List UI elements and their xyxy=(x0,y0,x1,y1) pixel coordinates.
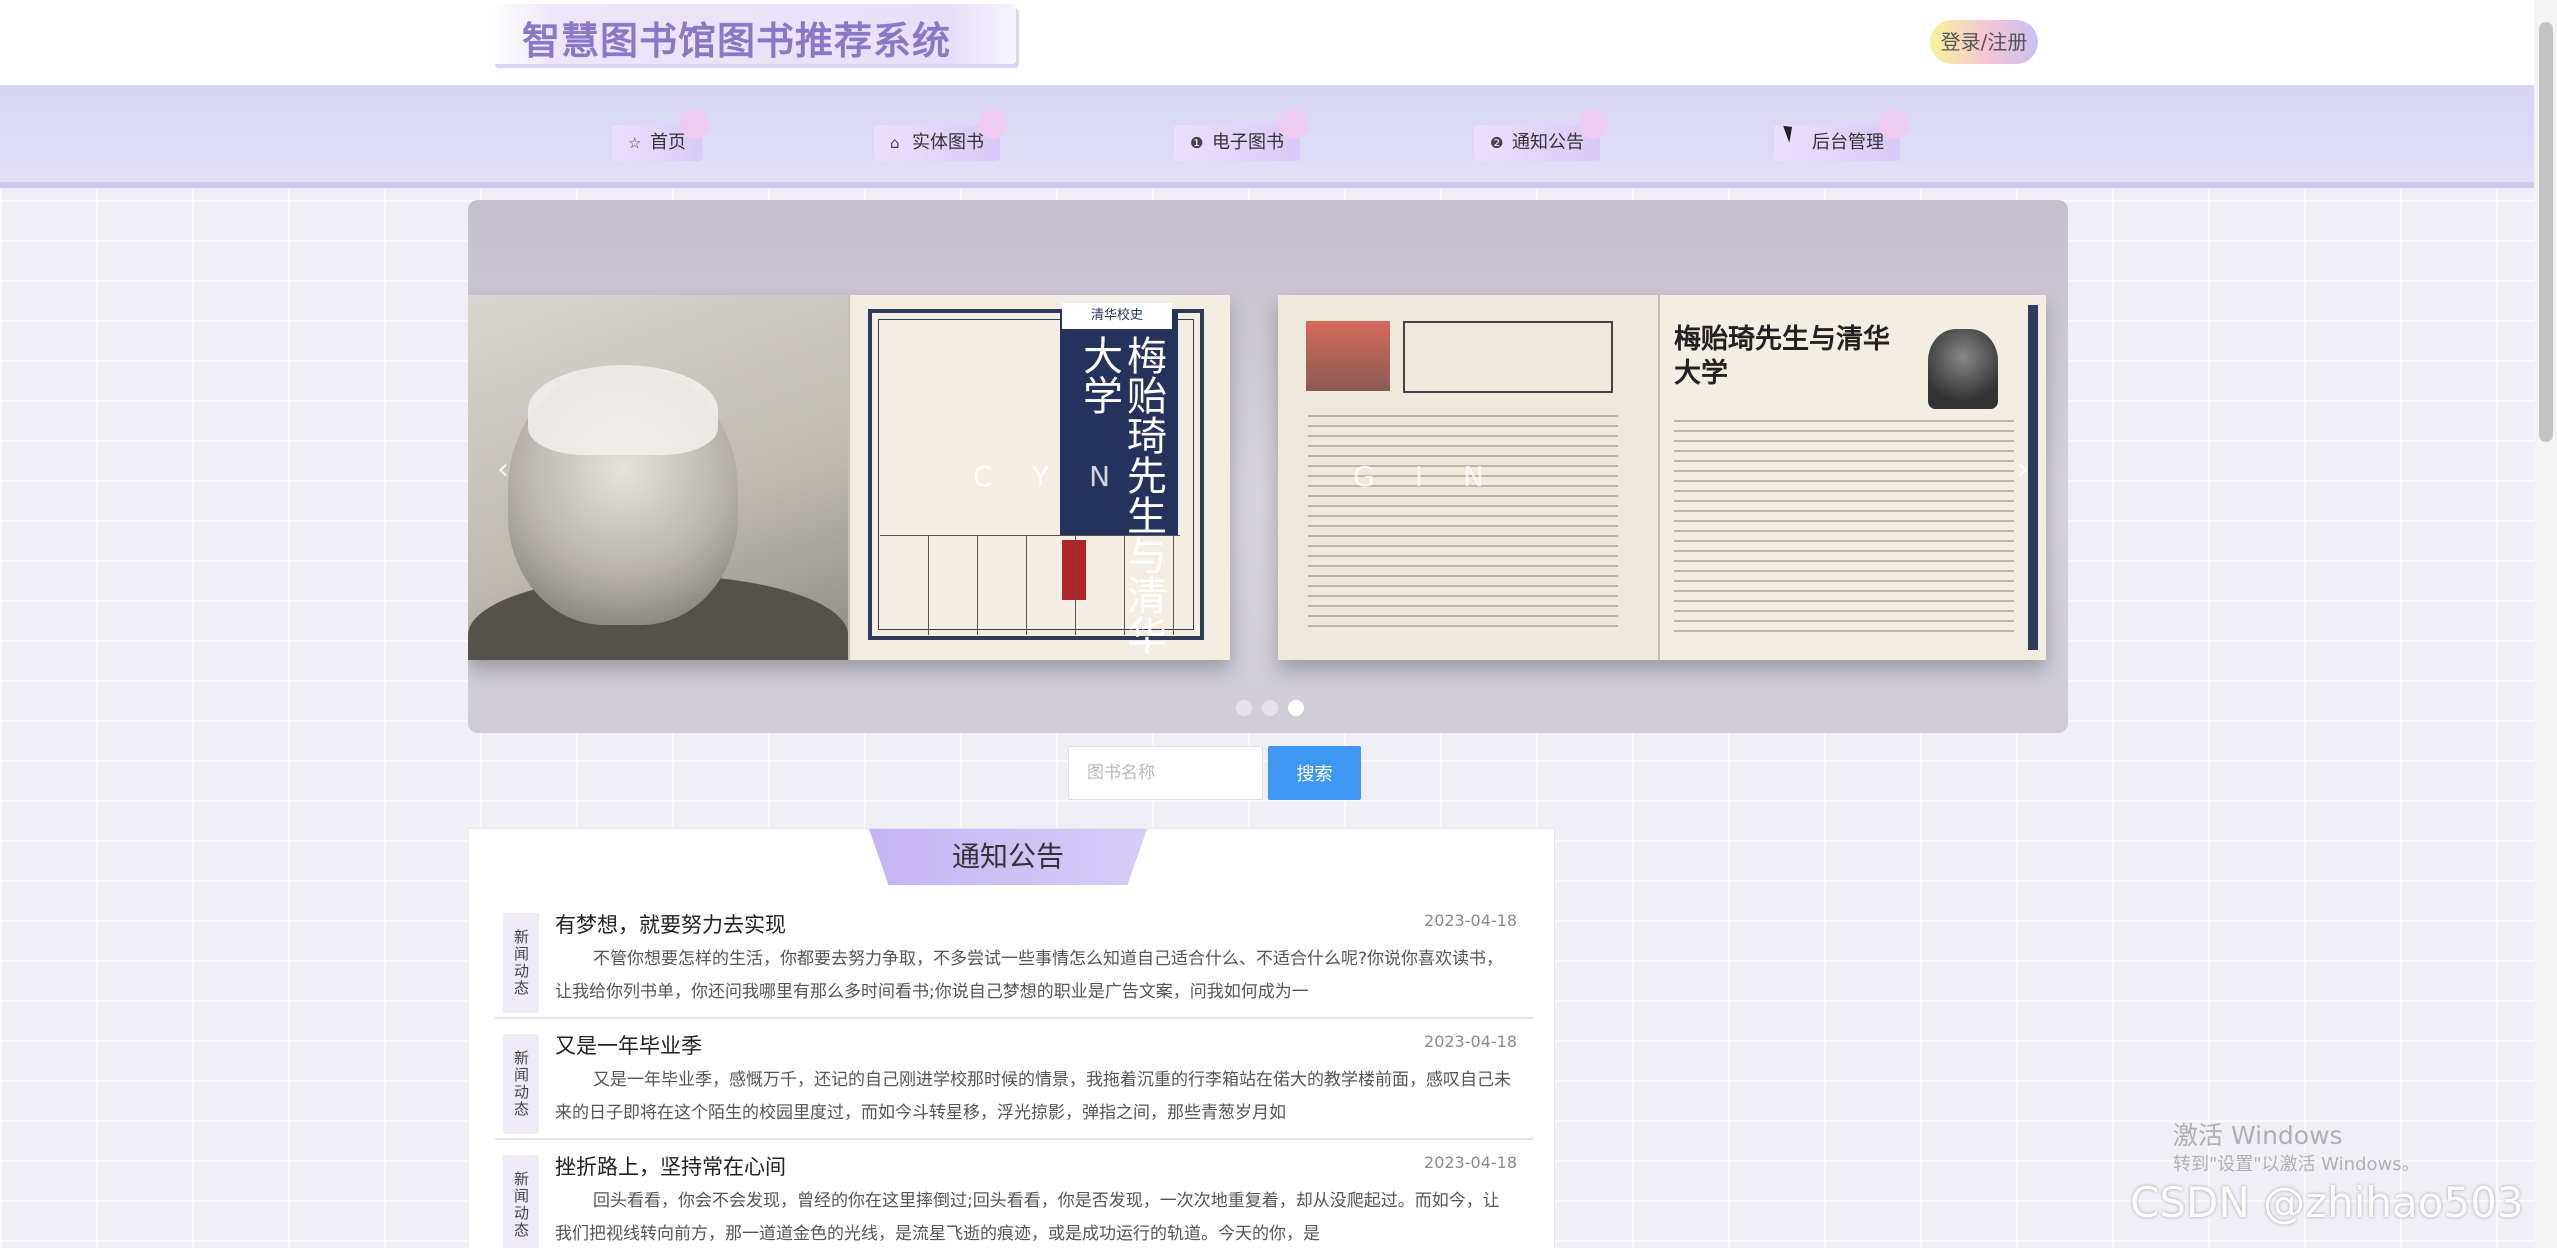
nav-item-label: 实体图书 xyxy=(912,132,984,153)
banner-carousel[interactable]: 清华校史 梅贻琦先生与清华大学 梅贻琦先生与清华大学 CYN GIN ‹ › xyxy=(468,200,2068,733)
notice-item[interactable]: 新闻动态 挫折路上，坚持常在心间 2023-04-18 回头看看，你会不会发现，… xyxy=(495,1143,1533,1248)
nav-item-home[interactable]: ☆ 首页 xyxy=(612,109,710,161)
nav-item-label: 通知公告 xyxy=(1512,132,1584,153)
header: 智慧图书馆图书推荐系统 登录/注册 xyxy=(0,0,2534,85)
nav-item-label: 首页 xyxy=(650,132,686,153)
nav-decoration xyxy=(1578,109,1608,139)
carousel-prev-icon[interactable]: ‹ xyxy=(488,450,518,490)
nav-decoration xyxy=(978,109,1008,139)
search-button[interactable]: 搜索 xyxy=(1268,746,1361,800)
csdn-watermark: CSDN @zhihao503 xyxy=(2130,1178,2524,1227)
carousel-dot-1[interactable] xyxy=(1236,700,1252,716)
windows-activation-watermark: 激活 Windows 转到"设置"以激活 Windows。 xyxy=(2173,1120,2420,1178)
notice-title[interactable]: 挫折路上，坚持常在心间 xyxy=(555,1151,786,1181)
windows-activation-title: 激活 Windows xyxy=(2173,1121,2343,1150)
slide-caption-right: GIN xyxy=(1353,460,1524,493)
cover-grid xyxy=(880,535,1180,635)
notice-item[interactable]: 新闻动态 有梦想，就要努力去实现 2023-04-18 不管你想要怎样的生活，你… xyxy=(495,901,1533,1019)
notice-excerpt: 不管你想要怎样的生活，你都要去努力争取，不多尝试一些事情怎么知道自己适合什么、不… xyxy=(555,949,1504,1002)
nav-item-physical-books[interactable]: ⌂ 实体图书 xyxy=(874,109,1008,161)
notice-date: 2023-04-18 xyxy=(1424,1153,1517,1172)
book-article-title: 梅贻琦先生与清华大学 xyxy=(1674,324,1890,389)
notice-tag: 新闻动态 xyxy=(503,1034,539,1134)
star-icon: ☆ xyxy=(628,134,642,152)
cover-series-label: 清华校史 xyxy=(1062,303,1172,329)
login-register-button[interactable]: 登录/注册 xyxy=(1930,20,2038,64)
notice-tag: 新闻动态 xyxy=(503,1155,539,1248)
help-icon: ❷ xyxy=(1490,134,1504,152)
notice-excerpt: 回头看看，你会不会发现，曾经的你在这里摔倒过;回头看看，你是否发现，一次次地重复… xyxy=(555,1191,1500,1244)
page-caption-box xyxy=(1403,321,1613,393)
slide-caption: CYN GIN xyxy=(468,460,2068,500)
page-photo xyxy=(1306,321,1390,391)
notice-title[interactable]: 又是一年毕业季 xyxy=(555,1030,702,1060)
page-scrollbar[interactable] xyxy=(2534,0,2557,1248)
notice-date: 2023-04-18 xyxy=(1424,911,1517,930)
page-text-lines xyxy=(1308,415,1618,635)
notice-panel: 通知公告 新闻动态 有梦想，就要努力去实现 2023-04-18 不管你想要怎样… xyxy=(468,828,1555,1248)
notice-date: 2023-04-18 xyxy=(1424,1032,1517,1051)
notice-panel-header: 通知公告 xyxy=(869,829,1147,885)
notice-panel-title: 通知公告 xyxy=(951,840,1064,873)
windows-activation-hint: 转到"设置"以激活 Windows。 xyxy=(2173,1154,2420,1175)
article-text-lines xyxy=(1674,420,2014,635)
slide-caption-left: CYN xyxy=(973,460,1151,493)
book-search-input[interactable] xyxy=(1068,746,1263,800)
nav-decoration xyxy=(1878,109,1908,139)
notice-excerpt: 又是一年毕业季，感慨万千，还记的自己刚进学校那时候的情景，我拖着沉重的行李箱站在… xyxy=(555,1070,1511,1123)
notice-title[interactable]: 有梦想，就要努力去实现 xyxy=(555,909,786,939)
carousel-next-icon[interactable]: › xyxy=(2008,450,2038,490)
site-title: 智慧图书馆图书推荐系统 xyxy=(522,19,952,63)
scrollbar-thumb[interactable] xyxy=(2539,22,2553,442)
article-portrait xyxy=(1928,329,1998,409)
site-logo[interactable]: 智慧图书馆图书推荐系统 xyxy=(492,4,1016,64)
carousel-dots xyxy=(1236,700,1304,716)
nav-item-notices[interactable]: ❷ 通知公告 xyxy=(1474,109,1608,161)
notice-tag: 新闻动态 xyxy=(503,913,539,1013)
photo-hair xyxy=(528,365,718,455)
main-nav: ☆ 首页 ⌂ 实体图书 ❶ 电子图书 ❷ 通知公告 后台管理 xyxy=(0,85,2534,188)
nav-item-label: 后台管理 xyxy=(1812,132,1884,153)
nav-item-label: 电子图书 xyxy=(1212,132,1284,153)
home-icon: ⌂ xyxy=(890,134,900,152)
nav-item-ebooks[interactable]: ❶ 电子图书 xyxy=(1174,109,1308,161)
carousel-dot-2[interactable] xyxy=(1262,700,1278,716)
notice-item[interactable]: 新闻动态 又是一年毕业季 2023-04-18 又是一年毕业季，感慨万千，还记的… xyxy=(495,1022,1533,1140)
info-icon: ❶ xyxy=(1190,134,1204,152)
nav-decoration xyxy=(1278,109,1308,139)
carousel-dot-3[interactable] xyxy=(1288,700,1304,716)
nav-decoration xyxy=(680,109,710,139)
